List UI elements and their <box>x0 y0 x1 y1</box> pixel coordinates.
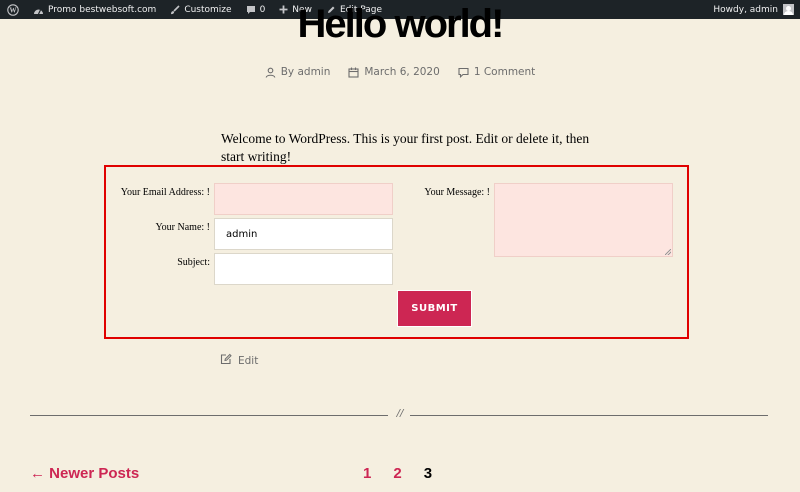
separator-line-right <box>410 415 768 416</box>
email-field[interactable] <box>214 183 393 215</box>
name-field[interactable]: admin <box>214 218 393 250</box>
post-body: Welcome to WordPress. This is your first… <box>221 131 590 164</box>
date-link[interactable]: March 6, 2020 <box>364 66 439 78</box>
page-link-1[interactable]: 1 <box>363 465 371 482</box>
page-current-3: 3 <box>423 465 433 482</box>
name-label: Your Name: ! <box>155 222 210 233</box>
page-link-2[interactable]: 2 <box>393 465 401 482</box>
post-comments: 1 Comment <box>458 66 535 78</box>
resize-grip-icon[interactable] <box>665 249 671 255</box>
calendar-icon <box>348 67 359 78</box>
message-label: Your Message: ! <box>424 187 490 198</box>
post-author: By admin <box>265 66 331 78</box>
separator-line-left <box>30 415 388 416</box>
newer-posts-link[interactable]: ← Newer Posts <box>30 465 139 482</box>
post-title[interactable]: Hello world! <box>0 0 800 54</box>
message-textarea[interactable] <box>494 183 673 257</box>
subject-field[interactable] <box>214 253 393 285</box>
person-icon <box>265 67 276 78</box>
subject-label: Subject: <box>177 257 210 268</box>
pencil-icon <box>220 353 232 368</box>
separator-mark: // <box>396 408 404 419</box>
post-date: March 6, 2020 <box>348 66 440 78</box>
email-label: Your Email Address: ! <box>120 187 210 198</box>
author-link[interactable]: By admin <box>281 66 331 78</box>
edit-label: Edit <box>238 354 259 367</box>
post-meta: By admin March 6, 2020 1 Comment <box>0 66 800 78</box>
pagination: 1 2 3 <box>363 465 432 482</box>
submit-button[interactable]: SUBMIT <box>398 291 471 326</box>
edit-post-link[interactable]: Edit <box>220 353 258 368</box>
comments-link[interactable]: 1 Comment <box>474 66 535 78</box>
comment-bubble-icon <box>458 67 469 78</box>
